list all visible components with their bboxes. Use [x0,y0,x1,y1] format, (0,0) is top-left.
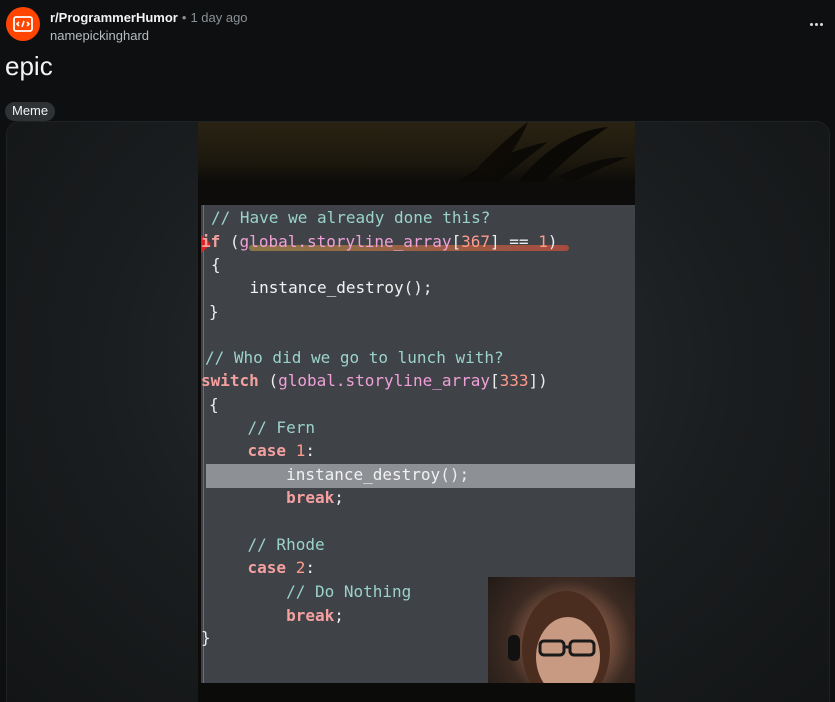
code-token: // Who did we go to lunch with? [205,348,504,367]
code-token: [ [490,371,500,390]
code-line: break; [209,488,344,508]
code-line: // Do Nothing [209,582,411,602]
code-token: 1 [538,232,548,251]
code-line: // Have we already done this? [211,208,490,228]
code-token: // Have we already done this? [211,208,491,227]
code-token: .storyline_array [297,232,452,251]
code-token: instance_destroy [211,278,404,297]
code-line: case 1: [209,441,315,461]
code-token: ; [334,606,344,625]
code-line: // Fern [209,418,315,438]
subreddit-link[interactable]: r/ProgrammerHumor [50,10,178,25]
photo-plant-area [198,122,635,182]
code-line: } [201,628,211,648]
code-token: // Rhode [209,535,325,554]
code-token: 1 [295,441,306,460]
plant-silhouette [458,122,628,182]
code-token: instance_destroy [209,465,441,484]
code-token: case [209,558,296,577]
code-token: break [209,488,335,507]
photo-bottom-edge [198,683,635,702]
code-line: if (global.storyline_array[367] == 1) [201,232,557,252]
code-token: // Fern [209,418,315,437]
code-token: 367 [461,232,491,251]
code-token: switch [201,371,269,390]
code-token: // Do Nothing [209,582,412,601]
post-image[interactable]: // Have we already done this? if (global.… [198,122,635,702]
code-token: { [209,395,219,414]
post-time: 1 day ago [190,10,248,25]
post-flair[interactable]: Meme [5,102,56,121]
code-token: ] == [490,232,539,251]
post-author[interactable]: namepickinghard [50,28,149,43]
post-meta: r/ProgrammerHumor • 1 day ago [50,10,248,25]
post-card: r/ProgrammerHumor • 1 day ago namepickingh… [0,0,835,702]
post-media[interactable]: // Have we already done this? if (global.… [6,121,830,702]
code-token: break [209,606,335,625]
code-token: ( [268,371,279,390]
code-line: // Rhode [209,535,325,555]
code-token: ]) [528,371,548,390]
code-token: global [239,232,298,251]
code-line: break; [209,606,344,626]
code-line: instance_destroy(); [211,278,433,298]
code-line: case 2: [209,558,315,578]
code-line: instance_destroy(); [209,465,469,485]
code-line: { [211,255,221,275]
code-token: ) [547,232,558,251]
code-token: { [211,255,221,274]
code-token: 2 [295,558,306,577]
code-line: switch (global.storyline_array[333]) [201,371,548,391]
code-token: : [305,558,315,577]
code-token: 333 [499,371,529,390]
code-token: (); [440,465,470,484]
code-token: [ [451,232,462,251]
code-line: { [209,395,219,415]
code-token: global [278,371,336,390]
code-token: case [209,441,296,460]
post-header: r/ProgrammerHumor • 1 day ago namepickingh… [0,0,835,50]
code-token: ; [334,488,344,507]
code-token: } [209,302,219,321]
code-line: } [209,302,219,322]
code-token: (); [403,278,433,297]
subreddit-avatar[interactable] [6,7,40,41]
code-line: // Who did we go to lunch with? [205,348,504,368]
post-title[interactable]: epic [5,48,53,84]
more-options-icon[interactable] [807,16,825,32]
meta-separator: • [181,10,187,25]
code-token: .storyline_array [335,371,490,390]
code-token: if [201,232,230,251]
subreddit-logo-icon [13,16,33,32]
code-token: ( [229,232,240,251]
code-token: : [305,441,315,460]
code-token: } [201,628,211,647]
